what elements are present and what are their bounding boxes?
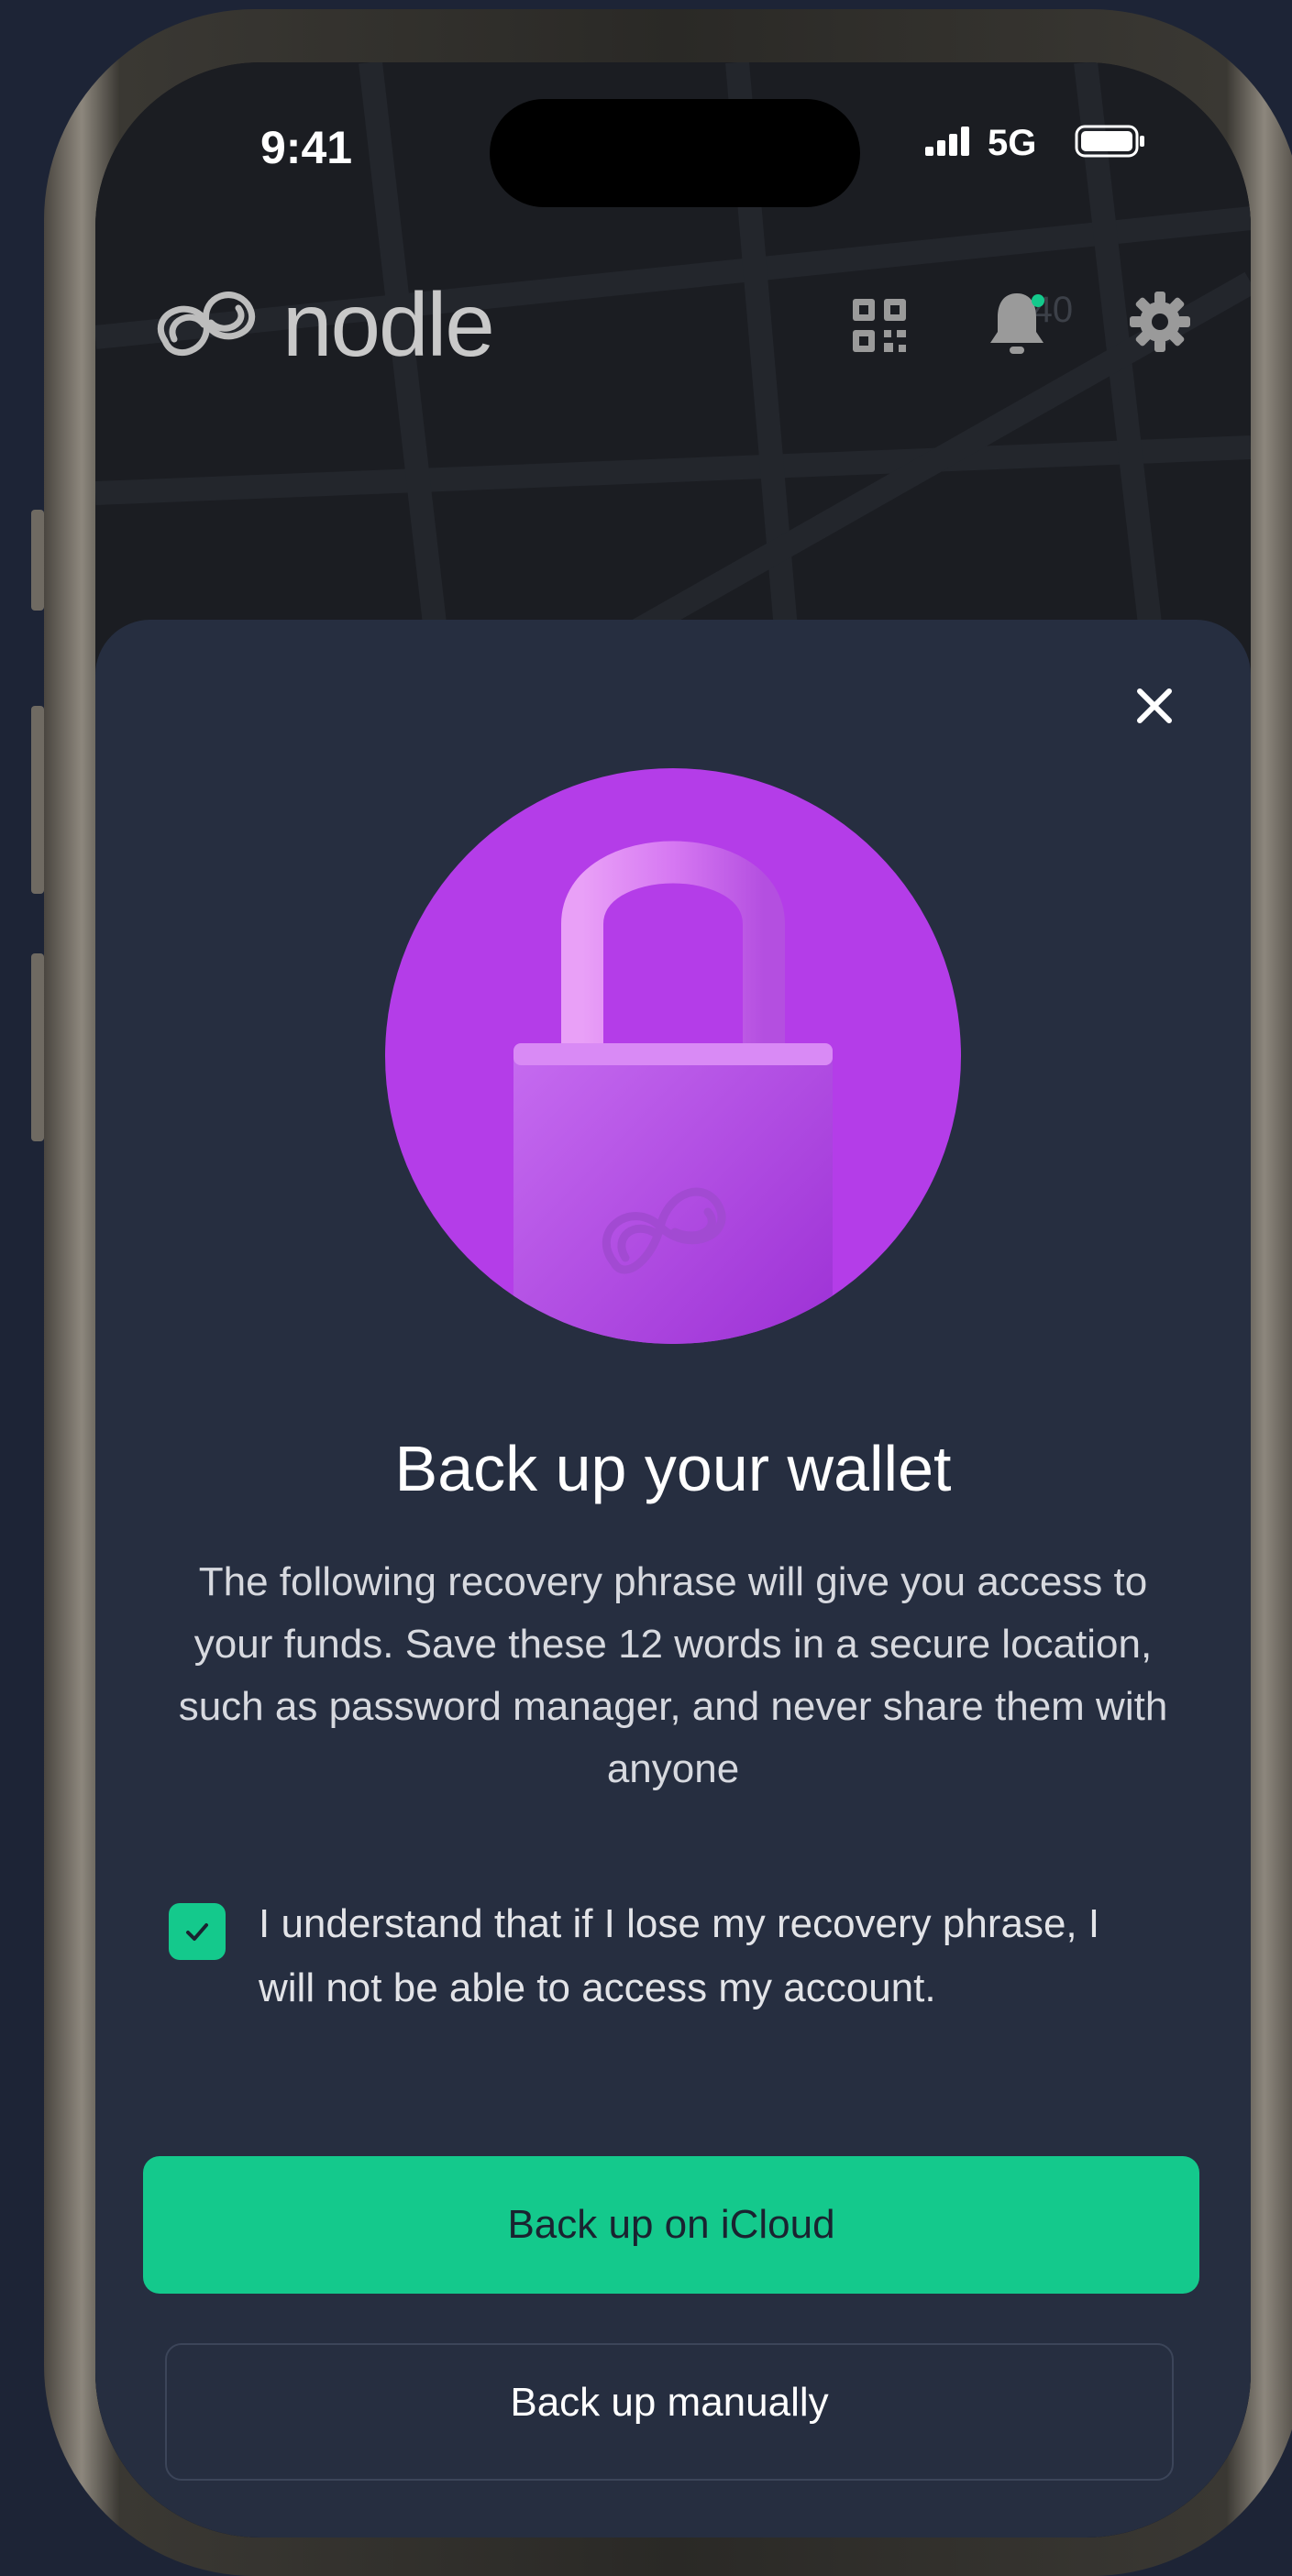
sheet-title: Back up your wallet bbox=[394, 1433, 952, 1504]
status-bar: 9:41 5G bbox=[95, 62, 1251, 246]
status-indicators: 5G bbox=[925, 123, 1146, 164]
phone-volume-up-button bbox=[31, 706, 44, 894]
qr-code-icon[interactable] bbox=[853, 299, 908, 358]
bell-icon[interactable] bbox=[985, 290, 1049, 362]
backup-icloud-button[interactable]: Back up on iCloud bbox=[143, 2156, 1199, 2294]
battery-icon bbox=[1075, 125, 1146, 162]
dynamic-island bbox=[490, 99, 860, 207]
consent-label: I understand that if I lose my recovery … bbox=[259, 1901, 1100, 2010]
phone-volume-down-button bbox=[31, 953, 44, 1141]
phone-mute-switch bbox=[31, 510, 44, 611]
backup-bottom-sheet: Back up your wallet The following recove… bbox=[95, 620, 1251, 2537]
checkmark-icon bbox=[186, 1923, 208, 1941]
signal-bars-icon bbox=[925, 127, 971, 160]
close-icon[interactable] bbox=[1127, 678, 1182, 733]
nodle-logo-icon bbox=[147, 277, 266, 373]
consent-checkbox[interactable] bbox=[169, 1903, 226, 1960]
phone-screen: 9:41 5G nodle A40 Back up your wallet Th… bbox=[95, 62, 1251, 2537]
backup-manually-button[interactable]: Back up manually bbox=[165, 2343, 1174, 2481]
network-type: 5G bbox=[988, 123, 1037, 163]
app-header: nodle A40 bbox=[95, 237, 1251, 383]
padlock-icon bbox=[385, 768, 961, 1344]
status-time: 9:41 bbox=[260, 122, 353, 173]
brand: nodle bbox=[147, 273, 495, 377]
brand-name: nodle bbox=[282, 274, 495, 375]
sheet-description: The following recovery phrase will give … bbox=[178, 1559, 1168, 1791]
gear-icon[interactable] bbox=[1130, 292, 1190, 357]
